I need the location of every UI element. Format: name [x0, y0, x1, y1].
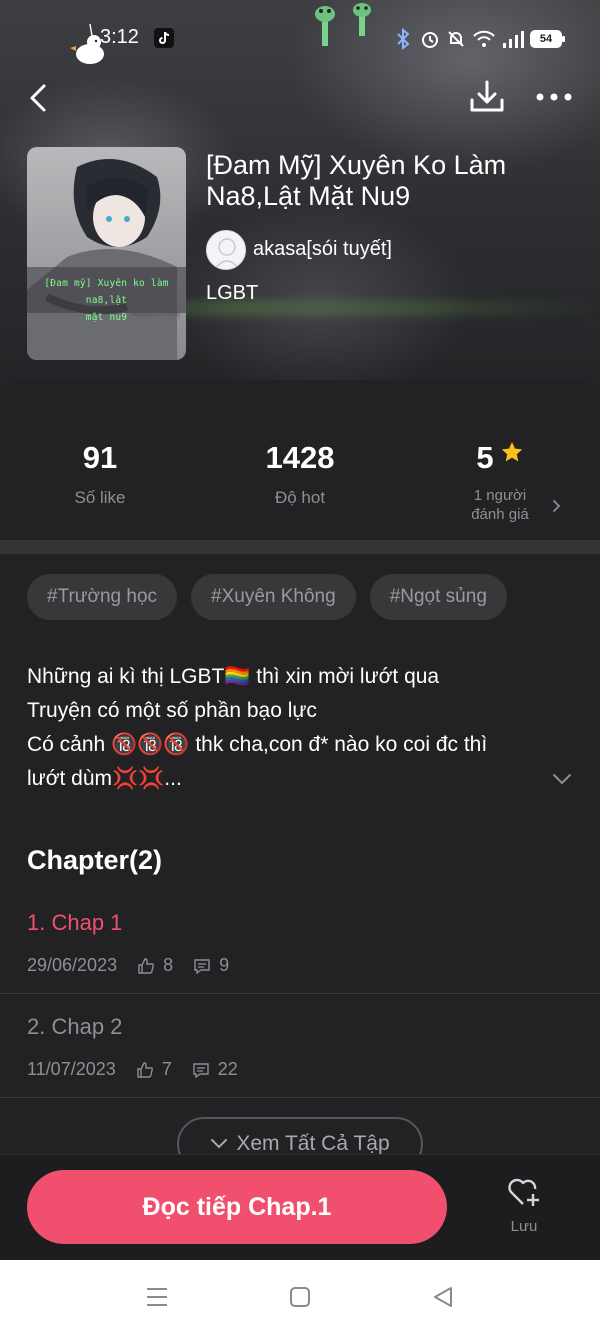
- stat-likes: 91 Số like: [0, 440, 200, 508]
- section-divider: [0, 540, 600, 554]
- author-name[interactable]: akasa[sói tuyết]: [253, 238, 392, 261]
- chapter-title: 2. Chap 2: [27, 1014, 123, 1039]
- wifi-icon: [473, 30, 495, 47]
- back-button[interactable]: [22, 80, 58, 116]
- status-icons: 54: [392, 26, 565, 52]
- system-back-icon[interactable]: [431, 1285, 455, 1309]
- likes-value: 91: [82, 440, 118, 475]
- chevron-down-icon: [211, 1139, 228, 1149]
- cover-caption: [Đam mỹ] Xuyên ko làm na8,lật mặt nu9: [27, 275, 186, 326]
- continue-reading-button[interactable]: Đọc tiếp Chap.1: [27, 1170, 447, 1244]
- stat-hot: 1428 Độ hot: [200, 440, 400, 508]
- system-navigation-bar: [0, 1260, 600, 1333]
- hot-label: Độ hot: [274, 488, 326, 507]
- author-avatar[interactable]: [206, 230, 246, 270]
- story-cover[interactable]: [Đam mỹ] Xuyên ko làm na8,lật mặt nu9 Ak…: [27, 147, 186, 360]
- tag-chip[interactable]: #Xuyên Không: [191, 574, 356, 620]
- chapter-heading: Chapter(2): [27, 845, 163, 875]
- hot-value: 1428: [265, 440, 335, 475]
- download-button[interactable]: [468, 78, 506, 116]
- description-line: Truyện có một số phần bạo lực: [27, 699, 317, 722]
- comment-icon: [193, 1062, 209, 1078]
- chapter-meta: 29/06/2023 8 9: [27, 955, 229, 976]
- alarm-icon: [422, 32, 438, 48]
- thumbs-up-icon: [138, 957, 155, 974]
- story-description: Những ai kì thị LGBT🏳️‍🌈 thì xin mời lướ…: [27, 660, 547, 796]
- rating-value: 5: [476, 440, 494, 475]
- tag-chip[interactable]: #Ngọt sủng: [369, 574, 507, 620]
- expand-description-chevron-down-icon[interactable]: [551, 770, 573, 788]
- star-icon: [501, 442, 522, 462]
- tag-list: #Trường học #Xuyên Không #Ngọt sủng: [27, 574, 507, 620]
- chapter-date: 11/07/2023: [27, 1059, 116, 1079]
- status-bar: 3:12 54: [0, 3, 600, 64]
- cover-illustration: [27, 147, 186, 360]
- likes-label: Số like: [74, 488, 126, 507]
- heart-plus-icon: [508, 1178, 539, 1206]
- chapter-divider: [0, 1097, 600, 1098]
- view-all-label: Xem Tất Cả Tập: [236, 1132, 390, 1155]
- rating-count: 1 người đánh giá: [400, 486, 600, 524]
- battery-indicator: 54: [530, 30, 565, 48]
- home-icon[interactable]: [289, 1286, 311, 1308]
- save-label: Lưu: [510, 1218, 538, 1235]
- chapter-item[interactable]: 2. Chap 2 11/07/2023 7 22: [0, 1014, 600, 1118]
- rating-count-line: 1 người: [473, 487, 527, 504]
- thumbs-up-icon: [137, 1061, 153, 1078]
- description-line: Những ai kì thị LGBT🏳️‍🌈 thì xin mời lướ…: [27, 665, 440, 688]
- chapter-likes: 8: [163, 955, 174, 975]
- cover-signature: Akasa[sói tuyết]: [130, 311, 180, 318]
- description-line: Có cảnh 🔞🔞🔞 thk cha,con đ* nào ko coi đc…: [27, 733, 488, 756]
- chapter-title: 1. Chap 1: [27, 910, 123, 935]
- story-category[interactable]: LGBT: [206, 282, 258, 305]
- tiktok-icon: [154, 28, 174, 48]
- tag-chip[interactable]: #Trường học: [27, 574, 178, 620]
- chapter-likes: 7: [161, 1059, 172, 1079]
- save-to-library-button[interactable]: Lưu: [496, 1176, 552, 1244]
- comment-icon: [194, 958, 210, 974]
- chapter-comments: 9: [219, 955, 230, 975]
- stats-row: 91 Số like 1428 Độ hot 5 1 người đánh gi…: [0, 400, 600, 540]
- cover-caption-line: [Đam mỹ] Xuyên ko làm na8,lật: [44, 278, 169, 306]
- description-line: lướt dùm💢💢...: [27, 767, 182, 790]
- recent-apps-icon[interactable]: [145, 1286, 169, 1308]
- stat-rating[interactable]: 5 1 người đánh giá: [400, 440, 600, 524]
- frog-sticker-icon: [315, 6, 335, 46]
- signal-icon: [503, 31, 524, 48]
- cover-caption-line: mặt nu9: [85, 312, 128, 323]
- mute-bell-icon: [448, 31, 464, 47]
- chapter-comments: 22: [217, 1059, 238, 1079]
- status-time: 3:12: [100, 26, 139, 48]
- more-options-button[interactable]: [534, 82, 574, 112]
- chapter-item[interactable]: 1. Chap 1 29/06/2023 8 9: [0, 910, 600, 1014]
- chapter-date: 29/06/2023: [27, 955, 118, 975]
- chevron-right-icon[interactable]: [550, 496, 564, 516]
- rating-count-line: đánh giá: [471, 506, 529, 523]
- chapter-divider: [0, 993, 600, 994]
- frog-sticker-icon: [353, 3, 371, 36]
- chapter-meta: 11/07/2023 7 22: [27, 1059, 238, 1080]
- bluetooth-icon: [397, 28, 410, 50]
- story-title: [Đam Mỹ] Xuyên Ko Làm Na8,Lật Mặt Nu9: [206, 150, 507, 211]
